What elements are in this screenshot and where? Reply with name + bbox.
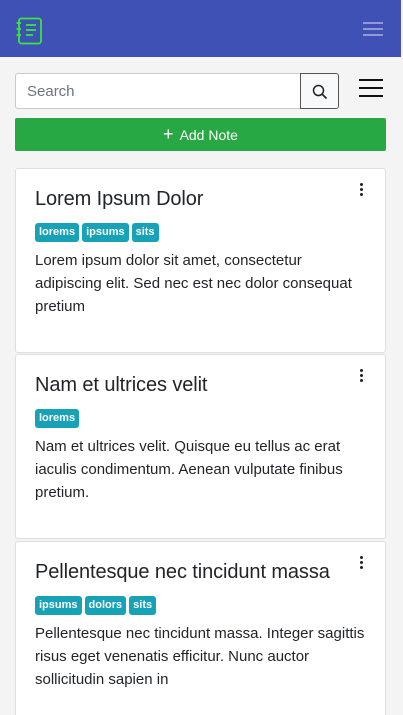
tag-badge[interactable]: sits (131, 223, 159, 242)
add-note-label: Add Note (179, 126, 238, 143)
tag-list: lorems (35, 409, 80, 428)
note-title: Nam et ultrices velit (35, 374, 208, 396)
more-options-icon[interactable] (355, 181, 367, 199)
navbar-toggle-hamburger-icon[interactable] (361, 19, 385, 39)
hamburger-icon[interactable] (359, 78, 383, 100)
more-options-icon[interactable] (355, 367, 367, 385)
tag-list: lorems ipsums sits (35, 223, 159, 242)
note-body: Pellentesque nec tincidunt massa. Intege… (35, 625, 365, 688)
note-card: Pellentesque nec tincidunt massa ipsums … (15, 541, 386, 715)
add-note-button[interactable]: + Add Note (15, 118, 386, 151)
tag-badge[interactable]: lorems (35, 409, 80, 428)
top-navbar (0, 0, 401, 57)
tag-badge[interactable]: dolors (84, 596, 127, 615)
note-card: Lorem Ipsum Dolor lorems ipsums sits Lor… (15, 168, 386, 353)
search-button[interactable] (300, 73, 339, 109)
note-body: Lorem ipsum dolor sit amet, consectetur … (35, 252, 352, 315)
notepad-icon[interactable] (16, 16, 43, 45)
note-title: Pellentesque nec tincidunt massa (35, 561, 330, 583)
more-options-icon[interactable] (355, 554, 367, 572)
search-icon (312, 84, 328, 100)
note-body: Nam et ultrices velit. Quisque eu tellus… (35, 438, 343, 501)
tag-badge[interactable]: sits (129, 596, 157, 615)
tag-list: ipsums dolors sits (35, 596, 157, 615)
note-card: Nam et ultrices velit lorems Nam et ultr… (15, 354, 386, 539)
search-input[interactable] (15, 73, 301, 109)
search-row (15, 73, 385, 109)
tag-badge[interactable]: ipsums (35, 596, 82, 615)
tag-badge[interactable]: ipsums (82, 223, 129, 242)
tag-badge[interactable]: lorems (35, 223, 80, 242)
plus-icon: + (163, 124, 174, 144)
note-title: Lorem Ipsum Dolor (35, 188, 204, 210)
